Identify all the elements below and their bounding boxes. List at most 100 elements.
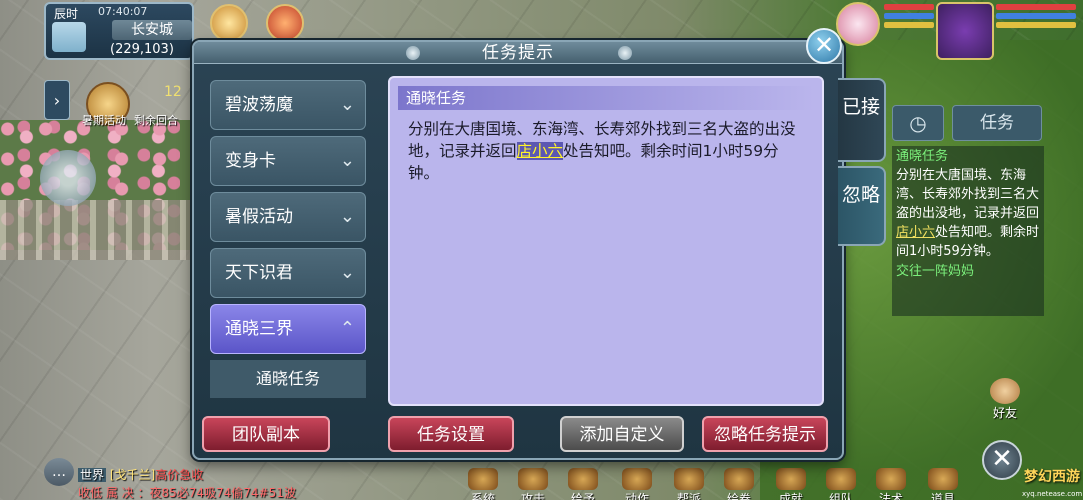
achievement-label: 成就 (778, 492, 803, 500)
add-custom-button[interactable]: 添加自定义 (560, 416, 684, 452)
home-icon[interactable] (52, 22, 86, 52)
clock-icon[interactable]: ◷ (892, 105, 944, 141)
action-icon (622, 468, 652, 490)
team-label: 组队 (828, 492, 853, 500)
task-settings-button[interactable]: 任务设置 (388, 416, 514, 452)
fence (0, 200, 200, 260)
scroll-label: 绘卷 (726, 492, 751, 500)
logo-url: xyq.netease.com (1022, 490, 1083, 498)
location-panel[interactable]: 辰时 07:40:07 长安城 (229,103) (44, 2, 194, 60)
time-period: 辰时 (54, 7, 79, 21)
attack-button[interactable]: 攻击 (512, 468, 554, 500)
buff-icon[interactable] (210, 4, 248, 42)
guild-icon (674, 468, 704, 490)
magic-icon (876, 468, 906, 490)
category-label: 暑假活动 (225, 207, 293, 227)
friends-button[interactable]: 好友 (980, 378, 1030, 422)
scroll-button[interactable]: 绘卷 (718, 468, 760, 500)
scroll-icon (724, 468, 754, 490)
sub-category-item[interactable]: 通晓任务 (210, 360, 366, 398)
chevron-down-icon: ⌄ (339, 150, 355, 171)
chat-message-2[interactable]: 收低 属 决 ：夜85必74吸74偷74#51波 (78, 484, 296, 500)
chevron-down-icon: ⌄ (339, 206, 355, 227)
chest-icon (928, 468, 958, 490)
team-dungeon-button[interactable]: 团队副本 (202, 416, 330, 452)
guild-label: 帮派 (676, 492, 701, 500)
pet-status-bars (884, 4, 934, 38)
attack-icon (518, 468, 548, 490)
task-content-panel: 通晓任务 分别在大唐国境、东海湾、长寿郊外找到三名大盗的出没地，记录并返回店小六… (388, 76, 824, 406)
city-name[interactable]: 长安城 (112, 20, 192, 40)
bottom-toolbar: … 世界 [戈千兰]高价急收 收低 属 决 ：夜85必74吸74偷74#51波 … (0, 458, 1083, 500)
give-icon (568, 468, 598, 490)
chat-message[interactable]: 世界 [戈千兰]高价急收 (78, 466, 203, 483)
chevron-down-icon: ⌄ (339, 262, 355, 283)
content-text: 分别在大唐国境、东海湾、长寿郊外找到三名大盗的出没地，记录并返回店小六处告知吧。… (408, 118, 808, 184)
coordinates: (229,103) (110, 42, 174, 57)
category-item[interactable]: 天下识君 ⌄ (210, 248, 366, 298)
system-icon (468, 468, 498, 490)
system-button[interactable]: 系统 (462, 468, 504, 500)
chevron-up-icon: ⌃ (339, 318, 355, 339)
team-button[interactable]: 组队 (820, 468, 862, 500)
magic-label: 法术 (878, 492, 903, 500)
category-list[interactable]: 碧波荡魔 ⌄ 变身卡 ⌄ 暑假活动 ⌄ 天下识君 ⌄ 通晓三界 ⌃ 通晓任务 (210, 78, 370, 398)
quest-tracker[interactable]: 通晓任务 分别在大唐国境、东海湾、长寿郊外找到三名大盗的出没地，记录并返回店小六… (892, 146, 1044, 316)
team-icon (826, 468, 856, 490)
action-label: 动作 (624, 492, 649, 500)
action-button[interactable]: 动作 (616, 468, 658, 500)
close-icon[interactable]: ✕ (806, 28, 842, 64)
category-label: 通晓三界 (225, 319, 293, 339)
tracker-npc-link[interactable]: 店小六 (896, 225, 935, 240)
game-clock: 07:40:07 (98, 5, 148, 18)
handshake-icon (990, 378, 1020, 404)
category-item-active[interactable]: 通晓三界 ⌃ (210, 304, 366, 354)
chat-user[interactable]: [戈千兰] (110, 468, 155, 482)
move-joystick-icon[interactable] (40, 150, 96, 206)
category-item[interactable]: 变身卡 ⌄ (210, 136, 366, 186)
content-title: 通晓任务 (406, 89, 467, 107)
achievement-icon (776, 468, 806, 490)
tracker-quest-text: 分别在大唐国境、东海湾、长寿郊外找到三名大盗的出没地，记录并返回店小六处告知吧。… (896, 166, 1040, 261)
items-button[interactable]: 道具 (922, 468, 964, 500)
expand-arrow-icon[interactable]: › (44, 80, 70, 120)
guild-button[interactable]: 帮派 (668, 468, 710, 500)
category-label: 天下识君 (225, 263, 293, 283)
collapse-menu-icon[interactable]: ✕ (982, 440, 1022, 480)
tracker-next-quest[interactable]: 交往一阵妈妈 (896, 263, 1040, 281)
player-portrait[interactable] (936, 2, 994, 60)
magic-button[interactable]: 法术 (870, 468, 912, 500)
tab-accepted[interactable]: 已接 (838, 78, 886, 162)
chat-channel: 世界 (78, 468, 107, 482)
dialog-title: 任务提示 (482, 43, 554, 63)
category-label: 变身卡 (225, 151, 276, 171)
chat-bubble-icon[interactable]: … (44, 458, 74, 486)
remaining-label: 剩余回合 (134, 114, 178, 127)
give-label: 给予 (570, 492, 595, 500)
give-button[interactable]: 给予 (562, 468, 604, 500)
attack-label: 攻击 (520, 492, 545, 500)
category-item[interactable]: 暑假活动 ⌄ (210, 192, 366, 242)
player-status-bars (996, 4, 1076, 38)
friends-label: 好友 (992, 406, 1017, 420)
system-label: 系统 (470, 492, 495, 500)
ignore-task-tips-button[interactable]: 忽略任务提示 (702, 416, 828, 452)
content-title-bar: 通晓任务 (398, 86, 814, 110)
game-logo: 梦幻西游 (1024, 469, 1080, 485)
category-item[interactable]: 碧波荡魔 ⌄ (210, 80, 366, 130)
activity-label: 暑期活动 (82, 114, 126, 127)
tracker-text-part: 分别在大唐国境、东海湾、长寿郊外找到三名大盗的出没地，记录并返回 (896, 168, 1040, 221)
chat-text: 高价急收 (155, 468, 204, 482)
items-label: 道具 (930, 492, 955, 500)
header-ornament-icon (618, 46, 632, 60)
npc-link[interactable]: 店小六 (516, 142, 564, 160)
pet-portrait[interactable] (836, 2, 880, 46)
remaining-rounds: 12 剩余回合 (134, 82, 194, 127)
tracker-tab-tasks[interactable]: 任务 (952, 105, 1042, 141)
dialog-header: 任务提示 (194, 42, 842, 64)
tab-ignored[interactable]: 忽略 (838, 166, 886, 246)
tracker-quest-title[interactable]: 通晓任务 (896, 148, 1040, 166)
gift-icon[interactable] (266, 4, 304, 42)
remaining-count: 12 (164, 84, 182, 100)
achievement-button[interactable]: 成就 (770, 468, 812, 500)
